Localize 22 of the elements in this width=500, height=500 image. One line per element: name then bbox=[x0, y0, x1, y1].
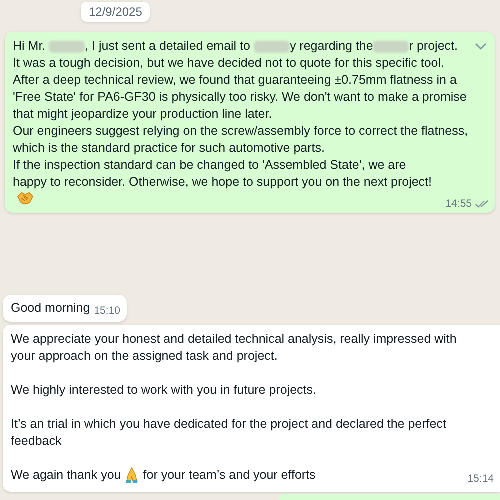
message-text: We again thank you bbox=[11, 467, 122, 484]
message-text: We highly interested to work with you in future projects. bbox=[11, 382, 318, 399]
message-text: Our engineers suggest relying on the screw/assembly force to correct the flatness, which is the standard practice for such automotive parts. bbox=[13, 123, 470, 157]
message-text: , I just sent a detailed email to bbox=[85, 38, 252, 55]
redacted-blur bbox=[254, 40, 290, 52]
message-text: for your team’s and your efforts bbox=[143, 467, 316, 484]
message-text: Good morning bbox=[11, 300, 90, 317]
chevron-down-icon[interactable] bbox=[475, 42, 487, 50]
message-text: y regarding the bbox=[290, 38, 374, 55]
message-time: 15:10 bbox=[94, 304, 120, 319]
date-chip: 12/9/2025 bbox=[81, 2, 150, 22]
message-text: r project. bbox=[409, 38, 458, 55]
message-text: After a deep technical review, we found that guaranteeing ±0.75mm flatness in a 'Free State' for PA6-GF30 is physically too risky. We don't want to make a promise that might jeopardize your production line later. bbox=[13, 72, 468, 123]
message-text: If the inspection standard can be changed to 'Assembled State', we are happy to reconsider. Otherwise, we hope to support you on the next project! bbox=[13, 158, 432, 189]
message-text: We appreciate your honest and detailed technical analysis, really impressed with your approach on the assigned task and project. bbox=[11, 331, 458, 365]
message-text: Hi Mr. bbox=[13, 38, 47, 55]
message-text: It’s an trial in which you have dedicated for the project and declared the perfect feedback bbox=[11, 416, 448, 450]
message-time: 14:55 bbox=[446, 197, 472, 212]
message-time: 15:14 bbox=[468, 472, 494, 487]
redacted-blur bbox=[373, 40, 410, 52]
message-text: It was a tough decision, but we have decided not to quote for this specific tool. bbox=[13, 55, 446, 72]
redacted-blur bbox=[49, 40, 86, 52]
